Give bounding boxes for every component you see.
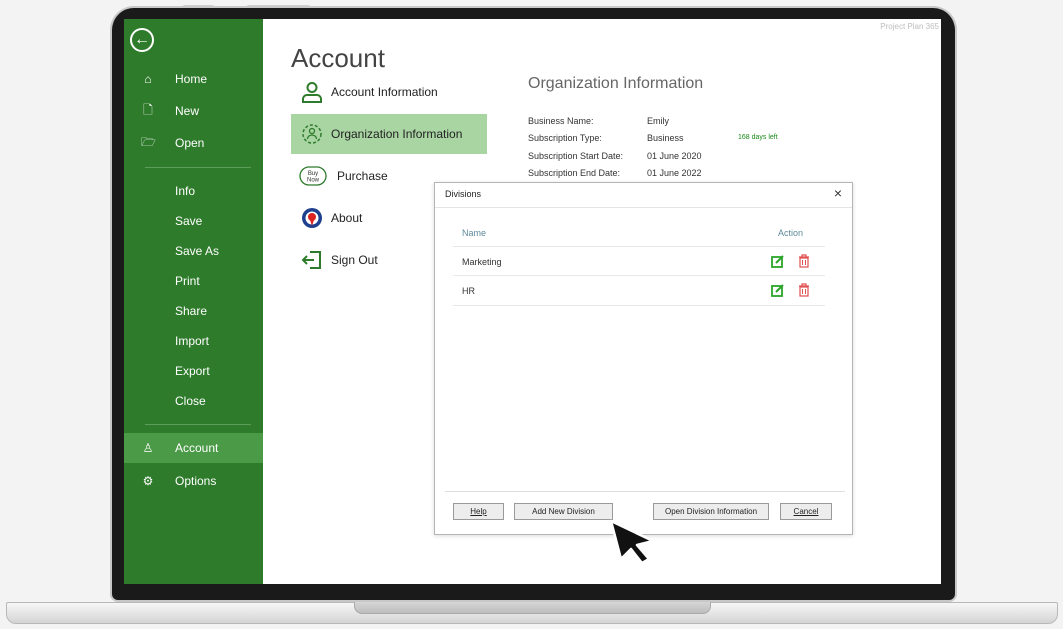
app-corner-title: Project Plan 365 bbox=[880, 22, 939, 31]
account-item-label: Organization Information bbox=[331, 127, 463, 141]
sidebar-item-open[interactable]: 🗁 Open bbox=[124, 128, 263, 158]
cancel-button[interactable]: Cancel bbox=[780, 503, 832, 520]
sidebar-item-close[interactable]: Close bbox=[124, 386, 263, 416]
division-name-cell: HR bbox=[462, 286, 475, 296]
svg-text:Buy: Buy bbox=[308, 171, 318, 177]
sign-out-icon bbox=[301, 249, 323, 271]
sidebar-item-save-as[interactable]: Save As bbox=[124, 236, 263, 266]
account-icon: ♙ bbox=[142, 441, 154, 455]
sidebar-item-info[interactable]: Info bbox=[124, 176, 263, 206]
add-new-division-button[interactable]: Add New Division bbox=[514, 503, 613, 520]
column-header-name: Name bbox=[462, 228, 487, 238]
folder-open-icon: 🗁 bbox=[141, 134, 156, 149]
sidebar-item-label: Options bbox=[175, 474, 217, 488]
sidebar-item-label: Save As bbox=[175, 244, 220, 258]
info-label-business-name: Business Name: bbox=[528, 116, 594, 126]
info-value-business-name: Emily bbox=[647, 116, 669, 126]
stage: Project Plan 365 ← ⌂ Home 🗋 New 🗁 Open I… bbox=[0, 0, 1063, 629]
mouse-pointer-icon bbox=[609, 519, 655, 563]
sidebar-item-label: Export bbox=[175, 364, 210, 378]
info-value-subscription-type: Business bbox=[647, 133, 684, 143]
sidebar-item-label: Import bbox=[175, 334, 210, 348]
sidebar-item-account[interactable]: ♙ Account bbox=[124, 433, 263, 463]
sidebar-item-label: Info bbox=[175, 184, 196, 198]
divisions-dialog: Divisions × Name Action Marketing HR Hel… bbox=[434, 182, 853, 535]
column-header-action: Action bbox=[778, 228, 804, 238]
new-document-icon: 🗋 bbox=[143, 102, 153, 117]
sidebar-item-label: Home bbox=[175, 72, 208, 86]
dialog-title-divider bbox=[435, 207, 852, 208]
row-divider bbox=[453, 305, 825, 306]
edit-icon[interactable] bbox=[771, 283, 785, 297]
edit-icon[interactable] bbox=[771, 254, 785, 268]
about-icon bbox=[301, 207, 323, 229]
sidebar-item-label: Share bbox=[175, 304, 208, 318]
sidebar-item-label: Print bbox=[175, 274, 200, 288]
dialog-title: Divisions bbox=[445, 189, 482, 199]
info-label-start-date: Subscription Start Date: bbox=[528, 151, 624, 161]
sidebar-item-import[interactable]: Import bbox=[124, 326, 263, 356]
screen: Project Plan 365 ← ⌂ Home 🗋 New 🗁 Open I… bbox=[124, 19, 941, 584]
page-title: Account bbox=[291, 43, 385, 73]
account-item-label: Purchase bbox=[337, 169, 388, 183]
buy-now-icon: Buy Now bbox=[299, 165, 327, 187]
account-item-organization-information[interactable]: Organization Information bbox=[291, 114, 487, 154]
help-button[interactable]: Help bbox=[453, 503, 504, 520]
backstage-sidebar: ← ⌂ Home 🗋 New 🗁 Open Info Save Save As bbox=[124, 19, 263, 584]
gear-icon: ⚙ bbox=[142, 474, 154, 488]
person-icon bbox=[301, 81, 323, 103]
sidebar-divider bbox=[145, 167, 251, 168]
svg-text:Now: Now bbox=[307, 178, 320, 184]
info-value-end-date: 01 June 2022 bbox=[647, 168, 702, 178]
sidebar-item-label: Account bbox=[175, 441, 219, 455]
sidebar-item-print[interactable]: Print bbox=[124, 266, 263, 296]
sidebar-item-share[interactable]: Share bbox=[124, 296, 263, 326]
row-divider bbox=[453, 246, 825, 247]
info-value-start-date: 01 June 2020 bbox=[647, 151, 702, 161]
days-left-badge: 168 days left bbox=[738, 134, 778, 141]
account-item-label: About bbox=[331, 211, 363, 225]
account-item-account-information[interactable]: Account Information bbox=[291, 72, 487, 112]
section-title: Organization Information bbox=[528, 75, 704, 92]
back-arrow-icon[interactable]: ← bbox=[130, 28, 154, 52]
sidebar-item-new[interactable]: 🗋 New bbox=[124, 96, 263, 126]
sidebar-divider bbox=[145, 424, 251, 425]
sidebar-item-export[interactable]: Export bbox=[124, 356, 263, 386]
account-item-label: Account Information bbox=[331, 85, 438, 99]
delete-icon[interactable] bbox=[798, 254, 812, 268]
delete-icon[interactable] bbox=[798, 283, 812, 297]
sidebar-item-home[interactable]: ⌂ Home bbox=[124, 64, 263, 94]
laptop-base-notch bbox=[354, 602, 711, 614]
division-name-cell: Marketing bbox=[462, 257, 502, 267]
home-icon: ⌂ bbox=[144, 72, 152, 86]
row-divider bbox=[453, 275, 825, 276]
sidebar-item-save[interactable]: Save bbox=[124, 206, 263, 236]
info-label-subscription-type: Subscription Type: bbox=[528, 133, 602, 143]
organization-icon bbox=[301, 123, 323, 145]
dialog-footer-divider bbox=[445, 491, 845, 492]
sidebar-item-label: Save bbox=[175, 214, 203, 228]
open-division-information-button[interactable]: Open Division Information bbox=[653, 503, 769, 520]
account-item-label: Sign Out bbox=[331, 253, 378, 267]
sidebar-item-label: Open bbox=[175, 136, 205, 150]
sidebar-item-label: Close bbox=[175, 394, 206, 408]
sidebar-item-options[interactable]: ⚙ Options bbox=[124, 466, 263, 496]
close-icon[interactable]: × bbox=[834, 185, 842, 201]
info-label-end-date: Subscription End Date: bbox=[528, 168, 621, 178]
sidebar-item-label: New bbox=[175, 104, 200, 118]
